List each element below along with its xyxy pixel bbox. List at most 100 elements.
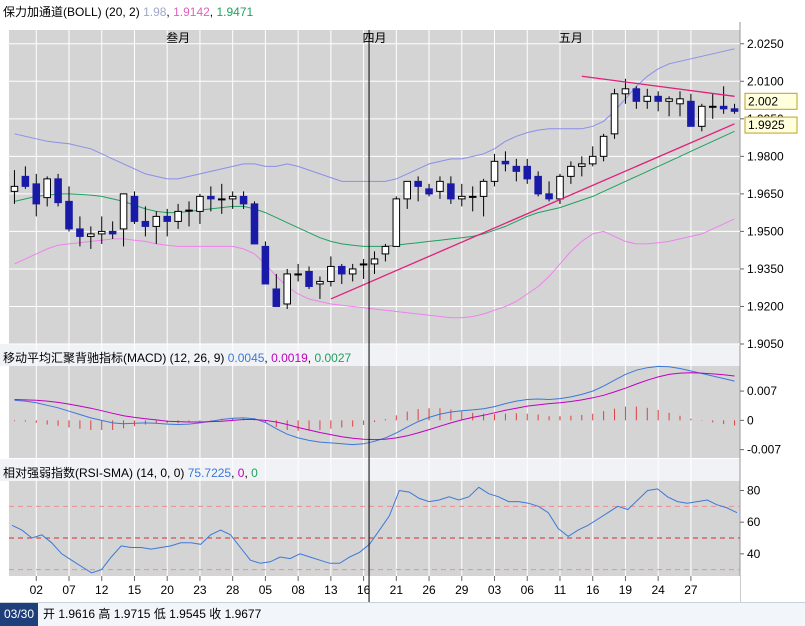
high-label: 高 <box>98 607 111 621</box>
candle-down <box>163 215 171 222</box>
low-label: 低 <box>153 607 166 621</box>
rsi-value-1: 75.7225 <box>187 466 232 480</box>
candle-down <box>337 265 346 275</box>
candle-down <box>130 195 139 222</box>
x-tick-label: 13 <box>324 583 338 597</box>
ohlc-readout: 开 1.9616 高 1.9715 低 1.9545 收 1.9677 <box>43 603 261 626</box>
rsi-header: 相对强弱指数(RSI-SMA) (14, 0, 0) 75.7225, 0, 0 <box>3 466 258 480</box>
candle-down <box>545 193 553 200</box>
price-tag-label: 1.9925 <box>748 118 785 132</box>
candle-up <box>436 180 444 192</box>
price-tick-label: 1.9500 <box>747 224 784 238</box>
rsi-value-2: 0 <box>237 466 245 480</box>
candle-up <box>348 268 357 275</box>
candle-up <box>327 265 335 282</box>
rsi-tick-label: 60 <box>747 515 761 529</box>
chart-svg[interactable]: 02 07 12 15 20 23 28 05 08 13 16 21 26 29 03 06 11 16 19 24… <box>0 0 805 602</box>
candle-up <box>599 135 608 157</box>
x-tick-label: 11 <box>554 583 567 597</box>
candle-down <box>272 288 281 307</box>
candle-up <box>643 95 652 102</box>
candle-down <box>141 220 150 227</box>
candle-up <box>392 198 401 247</box>
month-label: 五月 <box>559 31 583 45</box>
candle-up <box>43 178 51 199</box>
candle-up <box>567 165 575 177</box>
candle-down <box>512 165 521 172</box>
candle-up <box>468 195 477 198</box>
candle-up <box>610 93 619 135</box>
candle-down <box>54 178 62 204</box>
candle-down <box>207 195 215 200</box>
macd-name: 移动平均汇聚背驰指标(MACD) <box>3 351 167 365</box>
month-label: 四月 <box>362 31 386 45</box>
candle-up <box>458 195 466 200</box>
rsi-name: 相对强弱指数(RSI-SMA) <box>3 466 133 480</box>
close-label: 收 <box>209 607 222 621</box>
macd-tick-label: 0 <box>747 413 754 427</box>
price-tick-label: 1.9350 <box>747 262 784 276</box>
rsi-tick-label: 40 <box>747 547 761 561</box>
candle-down <box>447 183 455 200</box>
macd-tick-label: -0.007 <box>747 443 781 457</box>
x-tick-label: 03 <box>488 583 502 597</box>
rsi-params: (14, 0, 0) <box>136 466 185 480</box>
x-tick-label: 29 <box>455 583 469 597</box>
candle-up <box>283 273 291 305</box>
candle-down <box>632 88 641 102</box>
price-tick-label: 2.0100 <box>747 74 784 88</box>
candle-up <box>196 195 204 212</box>
candle-up <box>316 280 324 285</box>
candle-up <box>294 273 302 276</box>
x-tick-label: 24 <box>651 583 665 597</box>
open-label: 开 <box>43 607 56 621</box>
status-date: 03/30 <box>0 603 38 626</box>
macd-panel-bg <box>9 366 740 458</box>
x-tick-label: 21 <box>390 583 404 597</box>
candle-down <box>501 160 510 165</box>
low-value: 1.9545 <box>169 607 206 621</box>
price-tag-label: 2.002 <box>748 94 778 108</box>
candle-down <box>305 270 313 287</box>
x-tick-label: 23 <box>193 583 207 597</box>
candle-down <box>425 188 433 195</box>
rsi-panel-bg <box>9 481 740 576</box>
candle-up <box>228 195 237 200</box>
candle-up <box>87 233 95 237</box>
high-value: 1.9715 <box>113 607 151 621</box>
candle-up <box>578 163 586 167</box>
x-tick-label: 08 <box>291 583 305 597</box>
x-tick-label: 20 <box>161 583 175 597</box>
candle-down <box>261 245 270 285</box>
candle-down <box>719 105 728 110</box>
candle-down <box>534 175 542 195</box>
candle-up <box>556 175 564 200</box>
x-tick-label: 07 <box>62 583 76 597</box>
rsi-value-3: 0 <box>251 466 258 480</box>
x-tick-label: 02 <box>30 583 44 597</box>
candle-down <box>21 175 30 187</box>
candle-up <box>370 258 379 265</box>
candle-down <box>414 180 422 187</box>
price-panel-bg <box>9 30 740 344</box>
candle-up <box>10 185 19 192</box>
x-tick-label: 27 <box>684 583 698 597</box>
candle-down <box>76 228 84 237</box>
x-tick-label: 19 <box>619 583 633 597</box>
candle-up <box>479 180 488 197</box>
candle-down <box>108 230 117 235</box>
macd-params: (12, 26, 9) <box>169 351 225 365</box>
x-tick-label: 16 <box>586 583 600 597</box>
macd-value-1: 0.0045 <box>227 351 265 365</box>
candle-up <box>381 245 390 255</box>
x-tick-label: 15 <box>128 583 142 597</box>
candle-up <box>588 155 597 165</box>
candle-up <box>708 105 717 108</box>
macd-value-3: 0.0027 <box>314 351 352 365</box>
macd-tick-label: 0.007 <box>747 384 777 398</box>
x-tick-label: 28 <box>226 583 240 597</box>
chart-window: 保力加通道(BOLL) (20, 2) 1.98, 1.9142, 1.9471… <box>0 0 805 626</box>
candle-up <box>152 215 161 227</box>
close-value: 1.9677 <box>224 607 262 621</box>
candle-down <box>65 200 73 230</box>
